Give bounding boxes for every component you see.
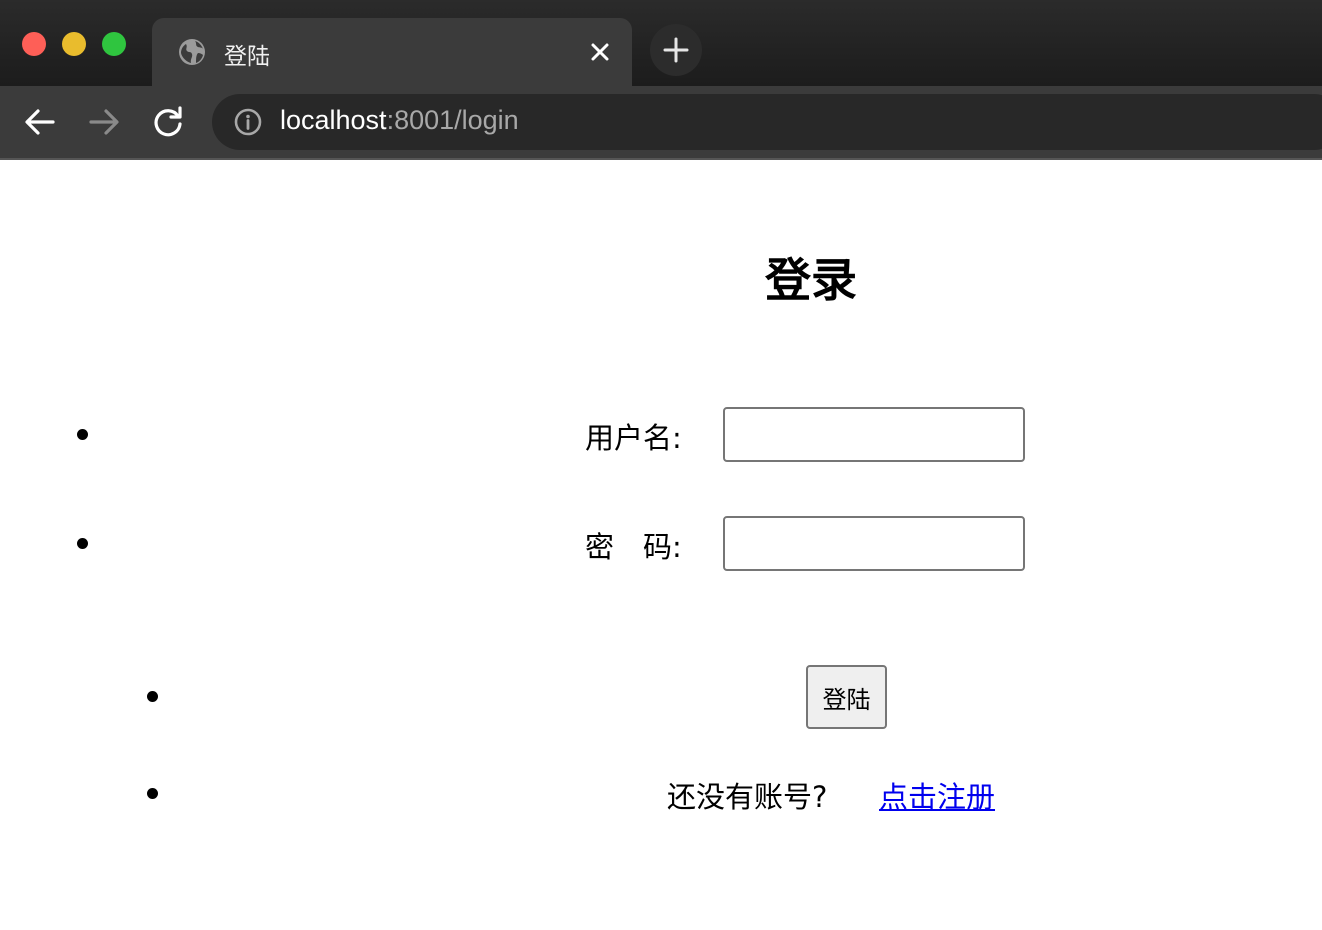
- url-text: localhost:8001/login: [280, 105, 519, 136]
- page-content: 登录 用户名: 密 码: 登陆 还没有账号? 点击注册: [0, 160, 1322, 930]
- list-bullet: [77, 429, 88, 440]
- browser-chrome: 登陆 localhost:8001/login: [0, 0, 1322, 160]
- page-title: 登录: [765, 253, 857, 307]
- title-bar: 登陆: [0, 0, 1322, 86]
- new-tab-button[interactable]: [650, 24, 702, 76]
- url-path: :8001/login: [386, 105, 519, 135]
- password-input[interactable]: [723, 516, 1025, 571]
- password-label: 密 码:: [585, 530, 682, 564]
- close-tab-icon[interactable]: [588, 40, 612, 64]
- register-link[interactable]: 点击注册: [879, 774, 995, 816]
- username-label: 用户名:: [585, 421, 682, 455]
- list-bullet: [77, 538, 88, 549]
- info-icon[interactable]: [234, 108, 262, 136]
- url-host: localhost: [280, 105, 387, 135]
- arrow-left-icon[interactable]: [22, 104, 58, 140]
- reload-icon[interactable]: [150, 104, 186, 140]
- address-bar[interactable]: localhost:8001/login: [212, 94, 1322, 150]
- tab-title: 登陆: [224, 44, 270, 70]
- login-button[interactable]: 登陆: [806, 665, 887, 729]
- maximize-window-button[interactable]: [102, 32, 126, 56]
- browser-tab[interactable]: 登陆: [152, 18, 632, 86]
- globe-icon: [179, 39, 205, 65]
- browser-toolbar: localhost:8001/login: [0, 86, 1322, 158]
- list-bullet: [147, 691, 158, 702]
- plus-icon: [663, 37, 689, 63]
- close-window-button[interactable]: [22, 32, 46, 56]
- register-prompt: 还没有账号?: [667, 780, 828, 814]
- username-input[interactable]: [723, 407, 1025, 462]
- arrow-right-icon[interactable]: [86, 104, 122, 140]
- minimize-window-button[interactable]: [62, 32, 86, 56]
- list-bullet: [147, 788, 158, 799]
